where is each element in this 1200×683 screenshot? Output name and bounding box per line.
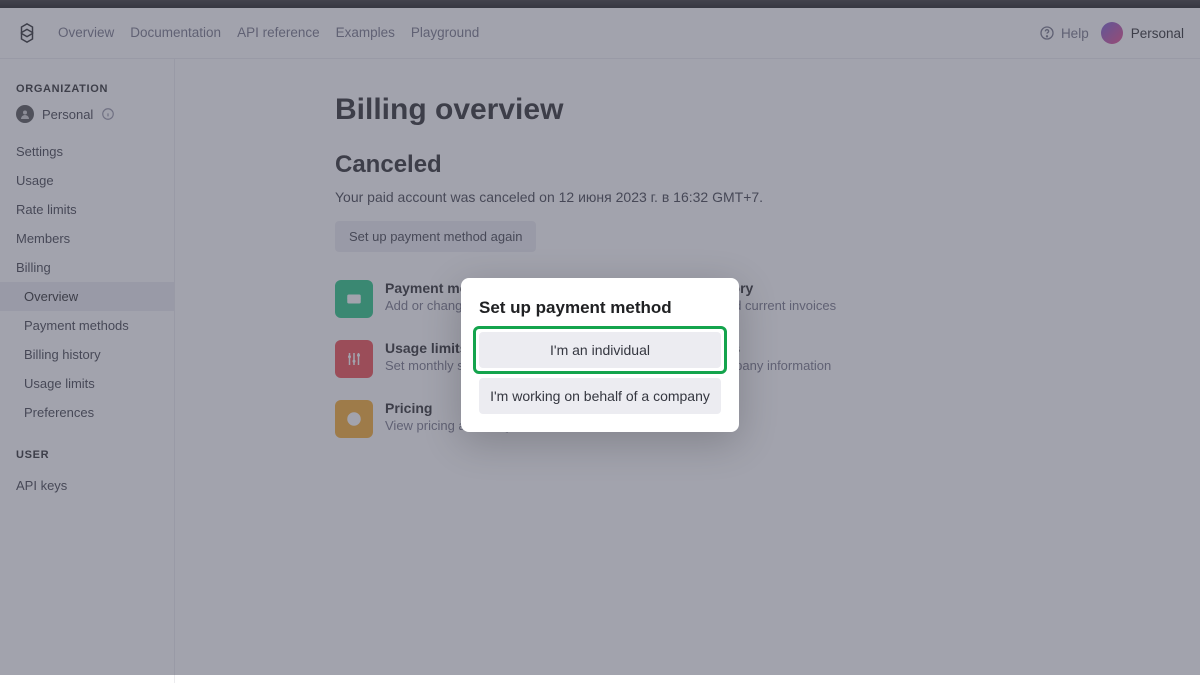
individual-option-button[interactable]: I'm an individual <box>479 332 721 368</box>
payment-method-modal: Set up payment method I'm an individual … <box>461 278 739 432</box>
modal-overlay[interactable]: Set up payment method I'm an individual … <box>0 0 1200 675</box>
modal-title: Set up payment method <box>479 298 721 318</box>
company-option-button[interactable]: I'm working on behalf of a company <box>479 378 721 414</box>
